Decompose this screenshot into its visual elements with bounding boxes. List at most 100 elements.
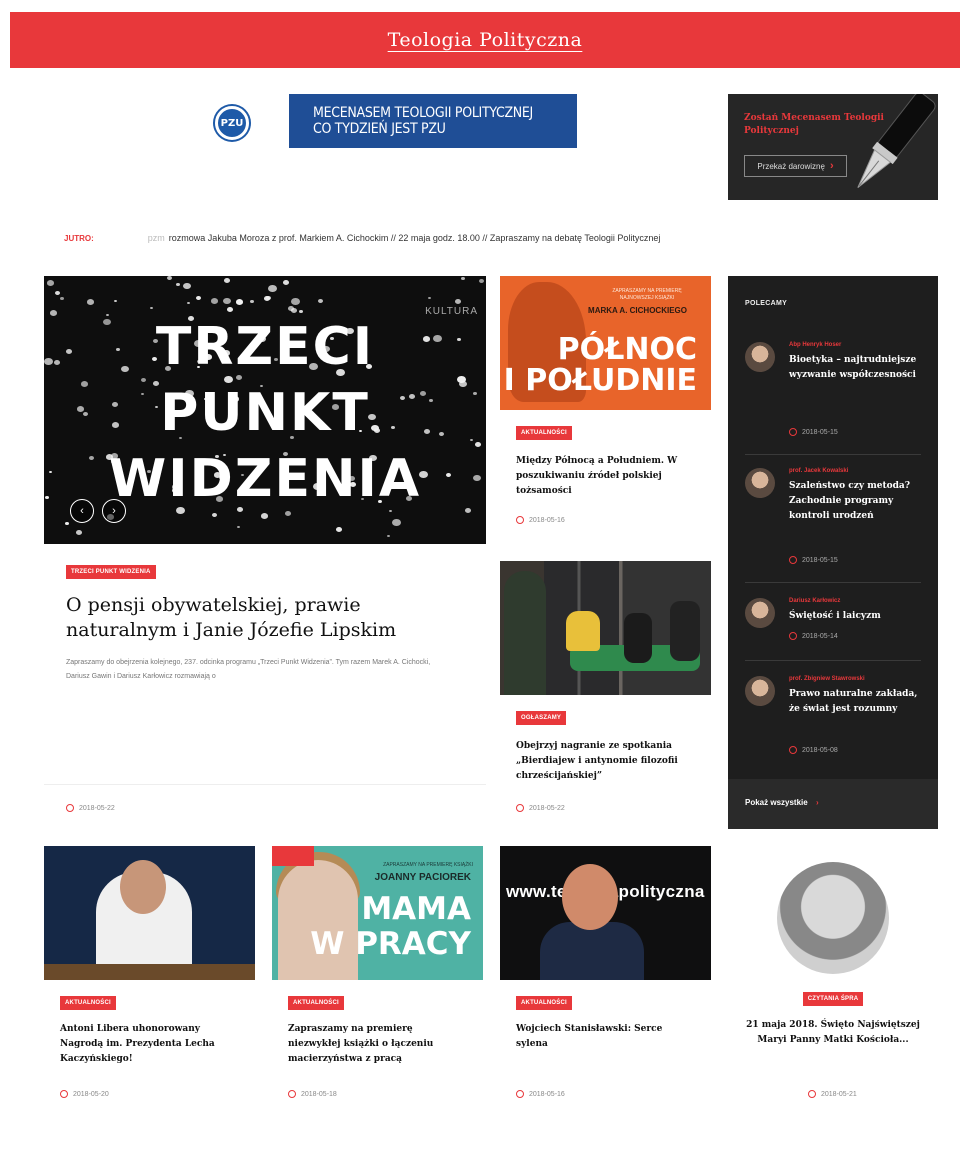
- thumbnail-title-line: PÓŁNOC: [557, 332, 697, 367]
- thumbnail-person: [624, 613, 652, 663]
- decorative-dot: [455, 299, 461, 304]
- decorative-dot: [47, 280, 54, 286]
- show-all-link[interactable]: Pokaż wszystkie ›: [745, 798, 819, 807]
- top-header-bar: Teologia Polityczna: [10, 12, 960, 68]
- decorative-dot: [387, 535, 390, 538]
- article-date: 2018-05-16: [516, 1090, 565, 1098]
- decorative-dot: [187, 302, 190, 305]
- featured-slider[interactable]: KULTURA TRZECI PUNKT WIDZENIA ‹ ›: [44, 276, 486, 544]
- decorative-dot: [283, 280, 289, 285]
- article-title[interactable]: Wojciech Stanisławski: Serce sylena: [516, 1022, 695, 1052]
- decorative-dot: [236, 299, 243, 305]
- decorative-dot: [261, 513, 268, 519]
- thumbnail-title: MAMA W PRACY: [310, 892, 471, 962]
- slider-prev-button[interactable]: ‹: [70, 499, 94, 523]
- decorative-dot: [461, 277, 465, 281]
- chevron-right-icon: ›: [815, 798, 819, 807]
- recommended-title[interactable]: Świętość i laicyzm: [789, 609, 919, 624]
- featured-image-text: TRZECI PUNKT WIDZENIA: [44, 314, 486, 512]
- date-text: 2018-05-21: [821, 1090, 857, 1098]
- thumbnail-person: [540, 922, 644, 980]
- thumbnail-person: [566, 611, 600, 651]
- article-title[interactable]: Zapraszamy na premierę niezwykłej książk…: [288, 1022, 467, 1067]
- date-text: 2018-05-14: [802, 632, 838, 640]
- category-tag[interactable]: AKTUALNOŚCI: [60, 996, 116, 1010]
- decorative-dot: [87, 299, 94, 305]
- date-text: 2018-05-08: [802, 746, 838, 754]
- article-date: 2018-05-14: [789, 632, 838, 640]
- article-title[interactable]: Antoni Libera uhonorowany Nagrodą im. Pr…: [60, 1022, 239, 1067]
- category-tag[interactable]: TRZECI PUNKT WIDZENIA: [66, 565, 156, 579]
- recommended-author[interactable]: Dariusz Karłowicz: [789, 598, 840, 604]
- recommended-item[interactable]: Abp Henryk Hoser Bioetyka – najtrudniejs…: [745, 342, 921, 442]
- chevron-right-icon: ›: [112, 505, 116, 517]
- thumbnail-subtitle: ZAPRASZAMY NA PREMIERĘ KSIĄŻKI: [383, 862, 473, 868]
- decorative-dot: [176, 283, 180, 287]
- article-thumbnail[interactable]: ZAPRASZAMY NA PREMIERĘ NAJNOWSZEJ KSIĄŻK…: [500, 276, 711, 410]
- recommended-title[interactable]: Szaleństwo czy metoda? Zachodnie program…: [789, 479, 919, 524]
- site-logo[interactable]: Teologia Polityczna: [388, 29, 583, 51]
- avatar: [745, 342, 775, 372]
- article-date: 2018-05-22: [66, 804, 115, 812]
- decorative-dot: [114, 300, 117, 303]
- slider-next-button[interactable]: ›: [102, 499, 126, 523]
- date-text: 2018-05-15: [802, 556, 838, 564]
- article-title[interactable]: Obejrzyj nagranie ze spotkania „Bierdiaj…: [516, 739, 695, 784]
- article-date: 2018-05-16: [516, 516, 565, 524]
- decorative-dot: [196, 296, 201, 300]
- clock-icon: [516, 1090, 524, 1098]
- thumbnail-badge: [272, 846, 314, 866]
- decorative-dot: [211, 298, 218, 304]
- sponsor-area: PZU MECENASEM TEOLOGII POLITYCZNEJ CO TY…: [215, 94, 585, 150]
- recommended-author[interactable]: prof. Jacek Kowalski: [789, 468, 848, 474]
- thumbnail-head: [120, 860, 166, 914]
- article-date: 2018-05-08: [789, 746, 838, 754]
- clock-icon: [789, 746, 797, 754]
- decorative-dot: [266, 296, 271, 300]
- featured-title[interactable]: O pensji obywatelskiej, prawie naturalny…: [66, 593, 446, 643]
- decorative-dot: [60, 297, 64, 301]
- author-portrait[interactable]: [777, 862, 889, 974]
- article-title[interactable]: 21 maja 2018. Święto Najświętszej Maryi …: [746, 1018, 920, 1048]
- recommended-author[interactable]: Abp Henryk Hoser: [789, 342, 841, 348]
- category-tag[interactable]: AKTUALNOŚCI: [516, 426, 572, 440]
- article-card: OGŁASZAMY Obejrzyj nagranie ze spotkania…: [500, 561, 711, 821]
- category-tag[interactable]: CZYTANIA ŚPRA: [802, 992, 864, 1006]
- thumbnail-head: [562, 864, 618, 930]
- sponsor-banner[interactable]: MECENASEM TEOLOGII POLITYCZNEJ CO TYDZIE…: [289, 94, 577, 148]
- recommended-item[interactable]: prof. Jacek Kowalski Szaleństwo czy meto…: [745, 468, 921, 568]
- donate-button-label: Przekaż darowiznę: [757, 161, 825, 171]
- decorative-dot: [212, 513, 217, 517]
- divider: [745, 454, 921, 455]
- avatar: [745, 676, 775, 706]
- category-tag[interactable]: AKTUALNOŚCI: [516, 996, 572, 1010]
- thumbnail-subtitle: ZAPRASZAMY NA PREMIERĘ NAJNOWSZEJ KSIĄŻK…: [612, 288, 682, 301]
- article-thumbnail[interactable]: ZAPRASZAMY NA PREMIERĘ KSIĄŻKI JOANNY PA…: [272, 846, 483, 980]
- article-thumbnail[interactable]: [44, 846, 255, 980]
- featured-article: KULTURA TRZECI PUNKT WIDZENIA ‹ › TRZECI…: [44, 276, 486, 821]
- clock-icon: [288, 1090, 296, 1098]
- news-ticker: JUTRO: pzm rozmowa Jakuba Moroza z prof.…: [64, 230, 864, 246]
- recommended-sidebar: POLECAMY Abp Henryk Hoser Bioetyka – naj…: [728, 276, 938, 829]
- recommended-item[interactable]: prof. Zbigniew Stawrowski Prawo naturaln…: [745, 676, 921, 766]
- thumbnail-title-line: MAMA: [361, 891, 471, 927]
- recommended-item[interactable]: Dariusz Karłowicz Świętość i laicyzm 201…: [745, 598, 921, 648]
- article-title[interactable]: Między Północą a Południem. W poszukiwan…: [516, 454, 695, 499]
- article-thumbnail[interactable]: [500, 561, 711, 695]
- pzu-logo[interactable]: PZU: [215, 106, 249, 140]
- divider: [745, 660, 921, 661]
- category-tag[interactable]: OGŁASZAMY: [516, 711, 567, 725]
- decorative-dot: [392, 519, 401, 527]
- category-tag[interactable]: AKTUALNOŚCI: [288, 996, 344, 1010]
- ticker-text[interactable]: rozmowa Jakuba Moroza z prof. Markiem A.…: [169, 233, 661, 243]
- clock-icon: [516, 516, 524, 524]
- recommended-title[interactable]: Prawo naturalne zakłada, że świat jest r…: [789, 687, 919, 717]
- patron-box: Zostań Mecenasem Teologii Politycznej Pr…: [728, 94, 938, 200]
- ticker-label: JUTRO:: [64, 233, 94, 243]
- article-thumbnail[interactable]: www.teologiapolityczna: [500, 846, 711, 980]
- decorative-dot: [479, 279, 484, 283]
- decorative-dot: [291, 298, 300, 306]
- recommended-title[interactable]: Bioetyka – najtrudniejsze wyzwanie współ…: [789, 353, 919, 383]
- recommended-author[interactable]: prof. Zbigniew Stawrowski: [789, 676, 865, 682]
- decorative-dot: [237, 526, 240, 529]
